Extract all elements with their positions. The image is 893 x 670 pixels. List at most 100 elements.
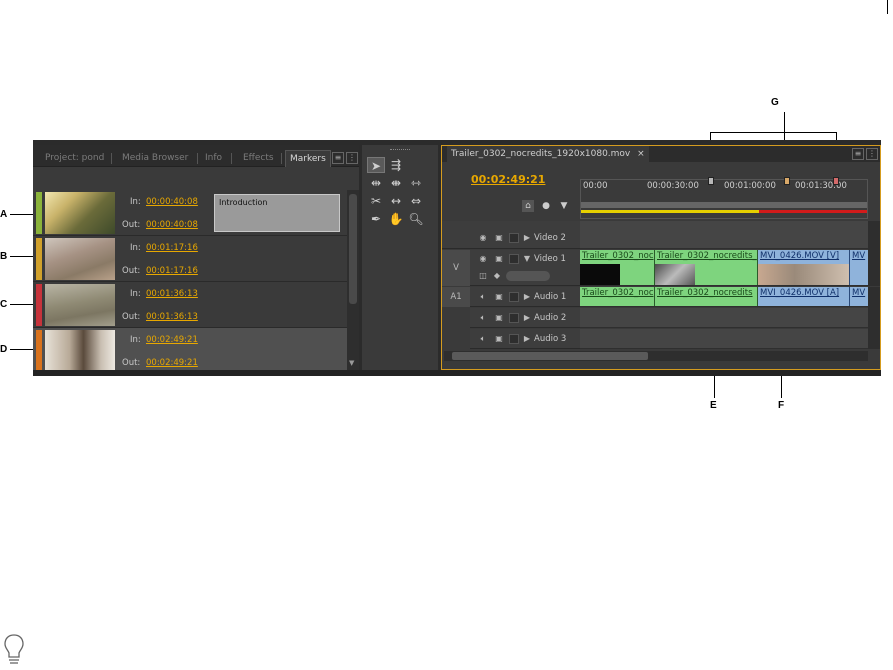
expand-track-icon[interactable]: ▶ xyxy=(522,334,532,344)
toggle-output-icon[interactable]: ◉ xyxy=(478,233,488,243)
timeline-marker[interactable] xyxy=(833,177,839,185)
playhead-timecode[interactable]: 00:02:49:21 xyxy=(471,173,545,186)
marker-row[interactable]: In: 00:01:17:16 Out: 00:01:17:16 xyxy=(33,236,347,282)
in-label: In: xyxy=(130,197,141,207)
zoom-tool-icon[interactable]: 🔍︎ xyxy=(407,211,425,227)
tab-sequence[interactable]: Trailer_0302_nocredits_1920x1080.mov × xyxy=(447,146,649,162)
audio-tracks-scrollbar[interactable] xyxy=(868,287,880,349)
track-lock-box[interactable] xyxy=(509,254,519,264)
track-lock-box[interactable] xyxy=(509,292,519,302)
toggle-sync-lock-icon[interactable]: ▣ xyxy=(494,313,504,323)
timeline-overflow-icon[interactable]: ⋮ xyxy=(866,148,878,160)
razor-tool-icon[interactable]: ✂ xyxy=(367,193,385,209)
in-timecode[interactable]: 00:02:49:21 xyxy=(146,335,198,345)
audio-clip[interactable]: MVI_0426.MOV [A] xyxy=(758,287,850,306)
slip-tool-icon[interactable]: ↔ xyxy=(387,193,405,209)
panel-menu-icon[interactable]: ≡ xyxy=(332,152,344,164)
audio-clip[interactable]: MV xyxy=(850,287,868,306)
expand-track-icon[interactable]: ▶ xyxy=(522,233,532,243)
collapse-track-icon[interactable]: ▼ xyxy=(522,254,532,264)
in-timecode[interactable]: 00:01:36:13 xyxy=(146,289,198,299)
marker-flag-icon[interactable]: ▼ xyxy=(558,200,570,212)
timeline-marker[interactable] xyxy=(784,177,790,185)
keyframe-icon[interactable]: ◫ xyxy=(478,271,488,281)
toggle-sync-lock-icon[interactable]: ▣ xyxy=(494,254,504,264)
snap-icon[interactable]: ⌂ xyxy=(522,200,534,212)
in-timecode[interactable]: 00:01:17:16 xyxy=(146,243,198,253)
expand-track-icon[interactable]: ▶ xyxy=(522,292,532,302)
tab-markers[interactable]: Markers xyxy=(285,150,331,167)
track-area-video-1[interactable]: Trailer_0302_noc Trailer_0302_nocredits_… xyxy=(580,250,868,286)
out-timecode[interactable]: 00:02:49:21 xyxy=(146,358,198,368)
source-patch-video[interactable]: V xyxy=(442,250,470,286)
markers-vertical-scrollbar[interactable]: ▼ xyxy=(347,190,359,370)
keyframe-nav-pill[interactable] xyxy=(506,271,550,281)
track-area-audio-2[interactable] xyxy=(580,308,868,328)
speaker-icon[interactable]: 🔈︎ xyxy=(478,313,488,323)
track-lock-box[interactable] xyxy=(509,233,519,243)
rate-stretch-tool-icon[interactable]: ⇿ xyxy=(407,175,425,191)
tab-effects[interactable]: Effects xyxy=(239,150,278,167)
ripple-edit-tool-icon[interactable]: ⇹ xyxy=(367,175,385,191)
in-timecode[interactable]: 00:00:40:08 xyxy=(146,197,198,207)
tab-media-browser[interactable]: Media Browser xyxy=(118,150,192,167)
in-label: In: xyxy=(130,243,141,253)
panel-grip[interactable] xyxy=(390,149,410,151)
audio-clip[interactable]: Trailer_0302_noc xyxy=(580,287,655,306)
work-area-bar[interactable] xyxy=(581,202,867,208)
pen-tool-icon[interactable]: ✒ xyxy=(367,211,385,227)
source-patch-audio[interactable]: A1 xyxy=(442,287,470,307)
marker-comment-field[interactable]: Introduction xyxy=(214,194,340,232)
tab-separator xyxy=(231,153,232,164)
scroll-down-arrow-icon[interactable]: ▼ xyxy=(349,359,354,367)
rolling-edit-tool-icon[interactable]: ⇼ xyxy=(387,175,405,191)
speaker-icon[interactable]: 🔈︎ xyxy=(478,334,488,344)
track-lock-box[interactable] xyxy=(509,313,519,323)
selection-tool-icon[interactable]: ➤ xyxy=(367,157,385,173)
expand-track-icon[interactable]: ▶ xyxy=(522,313,532,323)
out-timecode[interactable]: 00:00:40:08 xyxy=(146,220,198,230)
scrollbar-thumb[interactable] xyxy=(349,194,357,304)
video-clip[interactable]: Trailer_0302_noc xyxy=(580,250,655,285)
add-marker-icon[interactable]: ● xyxy=(540,200,552,212)
close-icon[interactable]: × xyxy=(637,149,645,159)
callout-f: F xyxy=(778,400,785,411)
toggle-sync-lock-icon[interactable]: ▣ xyxy=(494,233,504,243)
video-clip[interactable]: MVI_0426.MOV [V] xyxy=(758,250,850,285)
track-header-audio-3: 🔈︎ ▣ ▶ Audio 3 xyxy=(470,329,580,349)
speaker-icon[interactable]: 🔈︎ xyxy=(478,292,488,302)
show-keyframes-icon[interactable]: ◆ xyxy=(492,271,502,281)
timeline-marker[interactable] xyxy=(708,177,714,185)
toggle-sync-lock-icon[interactable]: ▣ xyxy=(494,292,504,302)
video-tracks-scrollbar[interactable] xyxy=(868,221,880,286)
track-lock-box[interactable] xyxy=(509,334,519,344)
out-timecode[interactable]: 00:01:36:13 xyxy=(146,312,198,322)
track-select-tool-icon[interactable]: ⇶ xyxy=(387,157,405,173)
marker-color-swatch xyxy=(36,330,42,370)
panel-overflow-icon[interactable]: ⋮ xyxy=(346,152,358,164)
marker-row[interactable]: In: 00:00:40:08 Out: 00:00:40:08 Introdu… xyxy=(33,190,347,236)
tab-info[interactable]: Info xyxy=(201,150,226,167)
callout-e: E xyxy=(710,400,717,411)
slide-tool-icon[interactable]: ⇔ xyxy=(407,193,425,209)
hand-tool-icon[interactable]: ✋ xyxy=(387,211,405,227)
timeline-horizontal-scrollbar[interactable] xyxy=(444,351,868,361)
toggle-sync-lock-icon[interactable]: ▣ xyxy=(494,334,504,344)
marker-row[interactable]: In: 00:02:49:21 Out: 00:02:49:21 xyxy=(33,328,347,370)
tab-project[interactable]: Project: pond xyxy=(41,150,108,167)
time-ruler[interactable]: 00:00 00:00:30:00 00:01:00:00 00:01:30:0… xyxy=(580,177,868,219)
toggle-output-icon[interactable]: ◉ xyxy=(478,254,488,264)
audio-clip[interactable]: Trailer_0302_nocredits xyxy=(655,287,758,306)
track-area-audio-3[interactable] xyxy=(580,329,868,349)
video-clip[interactable]: MV xyxy=(850,250,868,285)
clip-label: MV xyxy=(852,251,866,261)
timeline-panel-menu-icon[interactable]: ≡ xyxy=(852,148,864,160)
clip-label: Trailer_0302_noc xyxy=(582,251,654,261)
track-area-audio-1[interactable]: Trailer_0302_noc Trailer_0302_nocredits … xyxy=(580,287,868,307)
video-clip[interactable]: Trailer_0302_nocredits_ xyxy=(655,250,758,285)
marker-row[interactable]: In: 00:01:36:13 Out: 00:01:36:13 xyxy=(33,282,347,328)
zoom-scroll-handle[interactable] xyxy=(452,352,648,360)
track-area-video-2[interactable] xyxy=(580,221,868,249)
out-timecode[interactable]: 00:01:17:16 xyxy=(146,266,198,276)
leader-line-g-bar xyxy=(710,132,836,133)
